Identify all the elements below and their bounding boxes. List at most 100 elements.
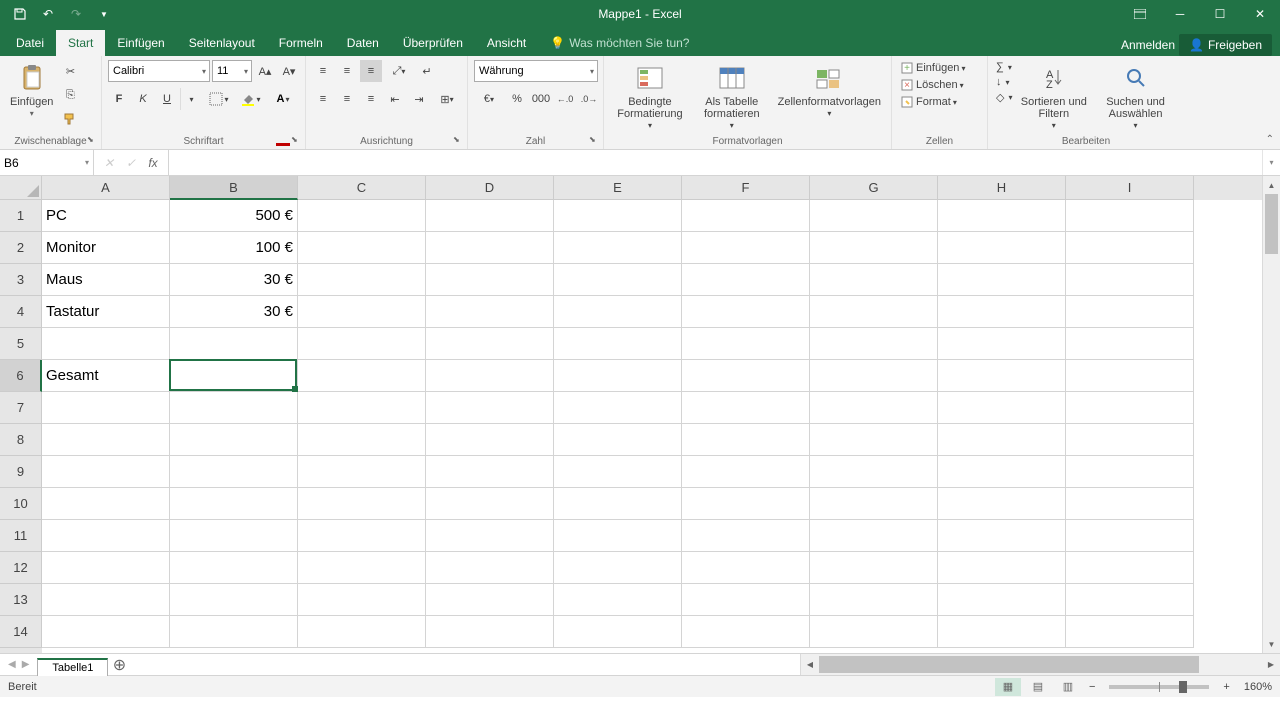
cell[interactable] — [810, 456, 938, 488]
copy-icon[interactable]: ⎘ — [59, 84, 81, 106]
cell[interactable] — [298, 616, 426, 648]
increase-decimal-icon[interactable]: ←.0 — [554, 88, 576, 110]
cell[interactable] — [554, 552, 682, 584]
tab-data[interactable]: Daten — [335, 30, 391, 56]
merge-icon[interactable]: ⊞▾ — [432, 88, 462, 110]
autosum-button[interactable]: ∑▾ — [994, 60, 1014, 74]
cell[interactable] — [682, 584, 810, 616]
row-header[interactable]: 14 — [0, 616, 42, 648]
cell[interactable] — [426, 488, 554, 520]
cell[interactable] — [682, 552, 810, 584]
vertical-scrollbar[interactable]: ▲ ▼ — [1262, 176, 1280, 653]
cell[interactable] — [938, 232, 1066, 264]
cell[interactable] — [938, 264, 1066, 296]
zoom-thumb[interactable] — [1179, 681, 1187, 693]
cell[interactable] — [682, 360, 810, 392]
cell[interactable] — [682, 328, 810, 360]
cell[interactable] — [170, 328, 298, 360]
align-bottom-icon[interactable]: ≡ — [360, 60, 382, 82]
cell[interactable] — [810, 552, 938, 584]
cell[interactable] — [682, 200, 810, 232]
redo-icon[interactable]: ↷ — [64, 2, 88, 26]
zoom-level[interactable]: 160% — [1244, 681, 1272, 693]
scroll-up-icon[interactable]: ▲ — [1263, 176, 1280, 194]
cell[interactable] — [554, 616, 682, 648]
orientation-icon[interactable]: ⤢▾ — [384, 60, 414, 82]
cell[interactable]: Monitor — [42, 232, 170, 264]
cell[interactable] — [1066, 264, 1194, 296]
row-header[interactable]: 9 — [0, 456, 42, 488]
cell[interactable] — [298, 488, 426, 520]
sheet-nav-prev-icon[interactable]: ◀ — [8, 659, 16, 670]
sort-filter-button[interactable]: AZ Sortieren und Filtern▾ — [1016, 60, 1091, 133]
delete-cells-button[interactable]: ×Löschen▾ — [898, 77, 966, 93]
cell[interactable] — [682, 424, 810, 456]
cell[interactable] — [1066, 488, 1194, 520]
scroll-left-icon[interactable]: ◀ — [801, 654, 819, 675]
wrap-text-icon[interactable]: ↵ — [416, 60, 438, 82]
cell[interactable]: Maus — [42, 264, 170, 296]
cell[interactable] — [938, 552, 1066, 584]
cell[interactable] — [554, 200, 682, 232]
horizontal-scrollbar[interactable]: ◀ ▶ — [800, 654, 1280, 675]
cell[interactable] — [938, 360, 1066, 392]
cell[interactable] — [42, 424, 170, 456]
scroll-thumb[interactable] — [819, 656, 1199, 673]
cell[interactable] — [938, 328, 1066, 360]
column-header[interactable]: A — [42, 176, 170, 200]
cell[interactable] — [682, 392, 810, 424]
cell[interactable] — [298, 200, 426, 232]
tab-home[interactable]: Start — [56, 30, 105, 56]
cell[interactable] — [810, 360, 938, 392]
formula-input[interactable] — [169, 150, 1262, 175]
format-cells-button[interactable]: Format▾ — [898, 94, 959, 110]
tab-insert[interactable]: Einfügen — [105, 30, 176, 56]
align-center-icon[interactable]: ≡ — [336, 88, 358, 110]
cell[interactable] — [554, 296, 682, 328]
cell[interactable] — [554, 360, 682, 392]
cell-styles-button[interactable]: Zellenformatvorlagen▾ — [774, 60, 885, 121]
cell[interactable] — [938, 392, 1066, 424]
cell[interactable] — [42, 488, 170, 520]
decrease-indent-icon[interactable]: ⇤ — [384, 88, 406, 110]
cell[interactable] — [810, 200, 938, 232]
fill-color-icon[interactable]: ▾ — [236, 88, 266, 110]
cell[interactable] — [810, 392, 938, 424]
dialog-launcher-icon[interactable]: ⬊ — [589, 135, 599, 145]
cell[interactable] — [554, 584, 682, 616]
column-header[interactable]: C — [298, 176, 426, 200]
column-header[interactable]: F — [682, 176, 810, 200]
column-header[interactable]: D — [426, 176, 554, 200]
comma-icon[interactable]: 000 — [530, 88, 552, 110]
cell[interactable] — [554, 328, 682, 360]
row-header[interactable]: 12 — [0, 552, 42, 584]
cell[interactable] — [170, 552, 298, 584]
expand-formula-icon[interactable]: ▾ — [1262, 150, 1280, 175]
align-left-icon[interactable]: ≡ — [312, 88, 334, 110]
cell[interactable] — [42, 584, 170, 616]
font-size-combo[interactable]: 11 — [212, 60, 252, 82]
row-header[interactable]: 4 — [0, 296, 42, 328]
page-layout-view-icon[interactable]: ▤ — [1025, 678, 1051, 696]
cell[interactable] — [42, 328, 170, 360]
name-box[interactable]: B6 — [0, 150, 94, 175]
cell[interactable] — [1066, 456, 1194, 488]
row-header[interactable]: 5 — [0, 328, 42, 360]
cell[interactable] — [938, 520, 1066, 552]
conditional-formatting-button[interactable]: Bedingte Formatierung▾ — [610, 60, 690, 133]
row-header[interactable]: 10 — [0, 488, 42, 520]
borders-icon[interactable]: ▾ — [204, 88, 234, 110]
cell[interactable] — [682, 296, 810, 328]
dialog-launcher-icon[interactable]: ⬊ — [291, 135, 301, 145]
minimize-icon[interactable]: ─ — [1160, 0, 1200, 28]
cell[interactable] — [554, 232, 682, 264]
format-as-table-button[interactable]: Als Tabelle formatieren▾ — [692, 60, 772, 133]
cell[interactable] — [298, 552, 426, 584]
accounting-format-icon[interactable]: €▾ — [474, 88, 504, 110]
cell[interactable] — [682, 520, 810, 552]
cell[interactable] — [170, 360, 298, 392]
cell[interactable] — [426, 552, 554, 584]
cell[interactable] — [1066, 552, 1194, 584]
cell[interactable] — [426, 616, 554, 648]
cell[interactable]: Gesamt — [42, 360, 170, 392]
